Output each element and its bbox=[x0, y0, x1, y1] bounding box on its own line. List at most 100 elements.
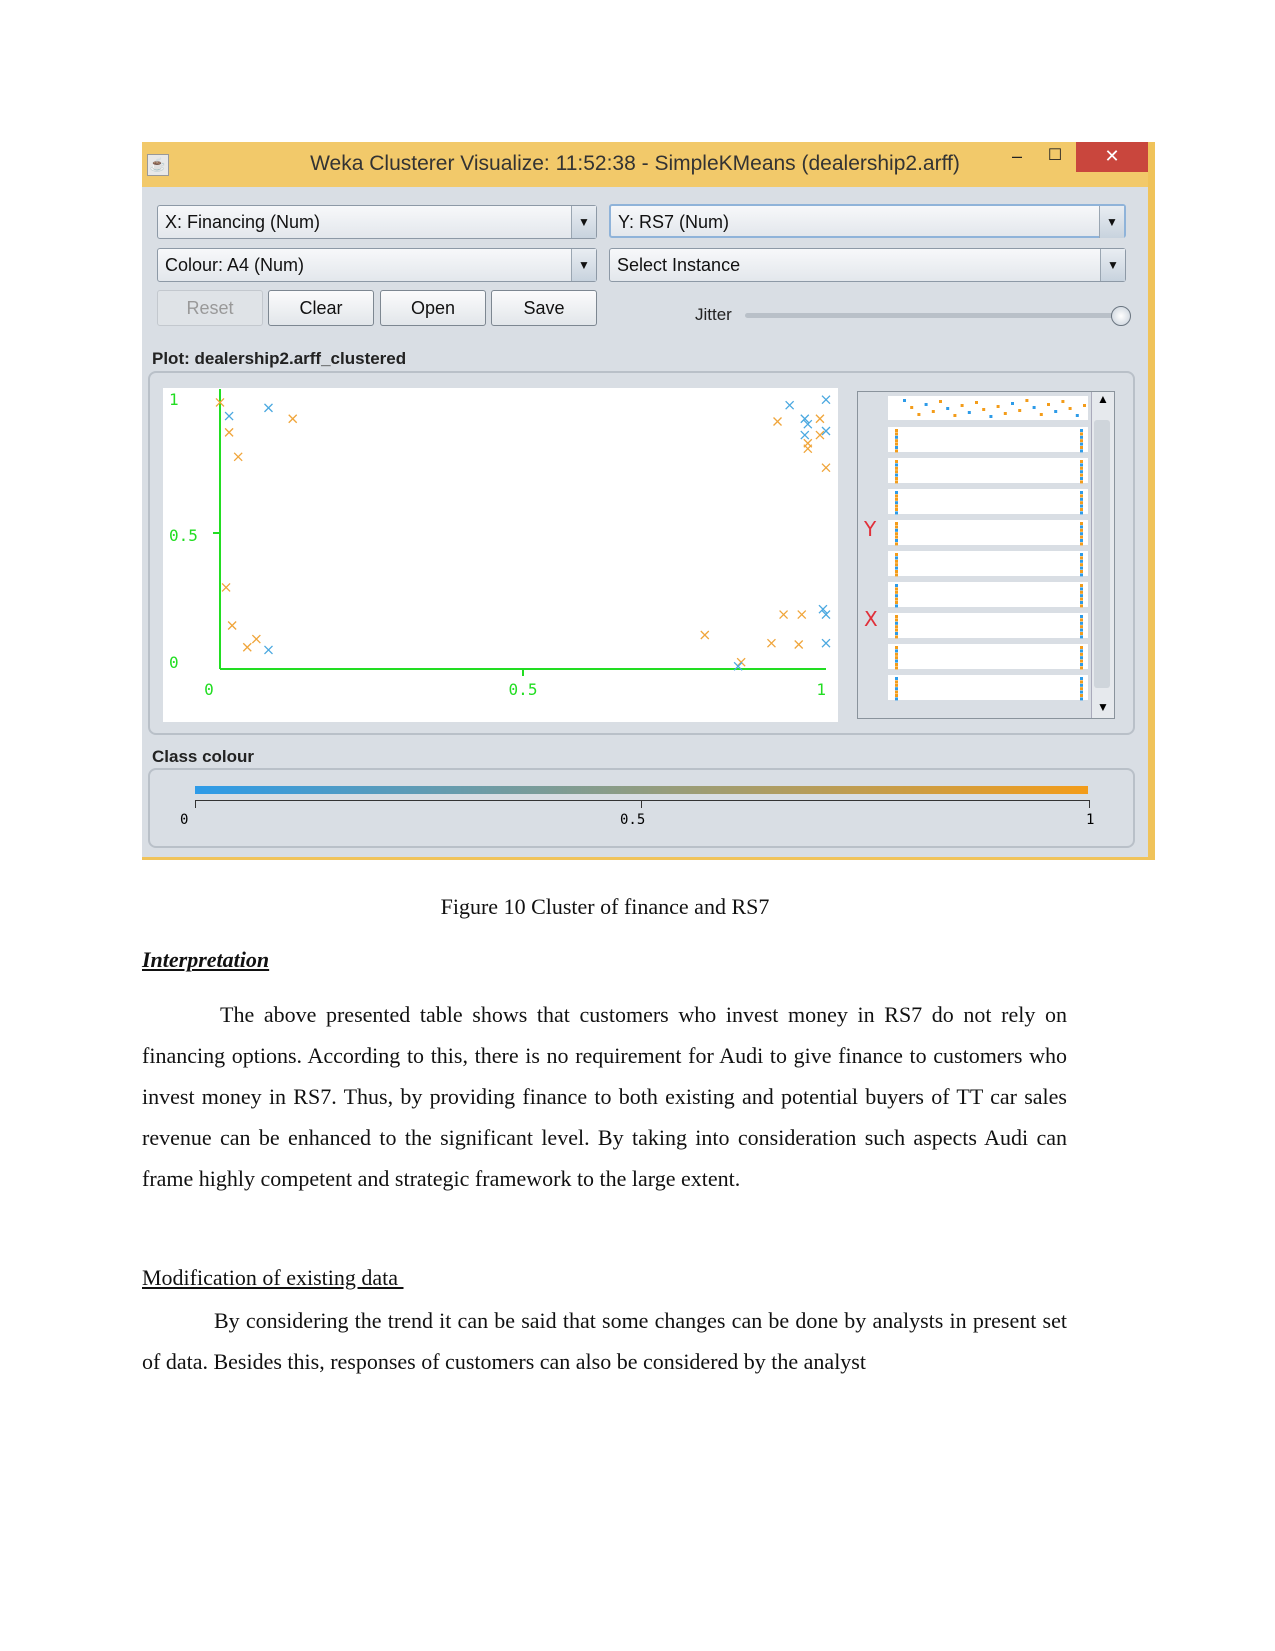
figure-caption: Figure 10 Cluster of finance and RS7 bbox=[440, 894, 770, 919]
strip-dot bbox=[895, 470, 898, 474]
strip-dot bbox=[1080, 683, 1083, 687]
x-axis-select[interactable]: X: Financing (Num) ▼ bbox=[157, 205, 597, 239]
strip-dot bbox=[1080, 687, 1083, 691]
strip-dot bbox=[895, 480, 898, 484]
open-button[interactable]: Open bbox=[380, 290, 486, 326]
close-button[interactable]: ✕ bbox=[1076, 142, 1148, 172]
attribute-strips[interactable] bbox=[858, 392, 1093, 718]
strip-dot bbox=[895, 632, 898, 635]
maximize-button[interactable]: ☐ bbox=[1040, 142, 1070, 172]
strip-dot bbox=[1080, 556, 1083, 560]
jitter-label: Jitter bbox=[695, 305, 732, 324]
data-point bbox=[233, 452, 243, 462]
strip-dot bbox=[895, 539, 898, 542]
attribute-strip[interactable] bbox=[888, 644, 1088, 669]
select-instance-select[interactable]: Select Instance ▼ bbox=[609, 248, 1126, 282]
class-colour-tick-0.5: 0.5 bbox=[620, 812, 646, 828]
x-axis-value: X: Financing (Num) bbox=[165, 212, 321, 232]
attribute-strip[interactable] bbox=[888, 675, 1088, 700]
strip-dot bbox=[1080, 535, 1083, 539]
chevron-down-icon[interactable]: ▼ bbox=[1100, 249, 1125, 281]
reset-button[interactable]: Reset bbox=[157, 290, 263, 326]
attribute-strip[interactable] bbox=[888, 613, 1088, 638]
strip-dot bbox=[939, 400, 942, 403]
data-point bbox=[821, 463, 831, 473]
y-tick-label: 0 bbox=[169, 653, 179, 672]
strip-dot bbox=[953, 414, 957, 417]
strip-dot bbox=[895, 590, 898, 594]
class-colour-label: Class colour bbox=[152, 747, 255, 766]
heading-modification: Modification of existing data bbox=[142, 1265, 404, 1290]
strip-dot bbox=[1080, 501, 1083, 505]
scroll-up-icon[interactable]: ▲ bbox=[1092, 392, 1114, 406]
strip-dot bbox=[967, 411, 971, 414]
strip-dot bbox=[1080, 480, 1083, 484]
y-tick-label: 1 bbox=[169, 390, 179, 409]
scatter-plot[interactable]: 0 0 0.5 0.5 1 1 bbox=[163, 388, 838, 722]
class-colour-panel bbox=[148, 768, 1135, 848]
attribute-strip[interactable] bbox=[888, 582, 1088, 607]
title-bar: ☕ Weka Clusterer Visualize: 11:52:38 - S… bbox=[142, 142, 1148, 187]
class-colour-axis bbox=[195, 800, 1090, 801]
scroll-thumb[interactable] bbox=[1094, 420, 1110, 688]
strip-dot bbox=[895, 477, 898, 480]
attribute-strip[interactable] bbox=[888, 489, 1088, 514]
data-point bbox=[815, 414, 825, 424]
strip-dot bbox=[1080, 511, 1083, 515]
strip-dot bbox=[1080, 597, 1083, 601]
strip-dot bbox=[1080, 432, 1083, 436]
y-axis-select[interactable]: Y: RS7 (Num) ▼ bbox=[609, 204, 1126, 238]
y-tick-label: 0.5 bbox=[169, 526, 198, 545]
x-tick-label: 1 bbox=[816, 680, 826, 699]
strip-dot bbox=[1080, 587, 1083, 591]
strip-dot bbox=[1080, 435, 1083, 439]
data-point bbox=[821, 395, 831, 405]
strip-dot bbox=[1080, 680, 1083, 684]
strip-dot bbox=[895, 628, 898, 632]
attribute-strip[interactable] bbox=[888, 520, 1088, 545]
chevron-down-icon[interactable]: ▼ bbox=[571, 249, 596, 281]
strip-dot bbox=[895, 680, 898, 684]
strip-dot bbox=[1054, 410, 1058, 413]
strip-dot bbox=[895, 566, 898, 570]
scrollbar[interactable]: ▲ ▼ bbox=[1091, 392, 1114, 718]
paragraph-modification: By considering the trend it can be said … bbox=[142, 1308, 1067, 1374]
chevron-down-icon[interactable]: ▼ bbox=[571, 206, 596, 238]
jitter-slider-handle[interactable] bbox=[1111, 306, 1131, 326]
data-point bbox=[736, 657, 746, 667]
chevron-down-icon[interactable]: ▼ bbox=[1099, 206, 1124, 238]
strip-dot bbox=[1080, 690, 1083, 694]
attribute-strip[interactable] bbox=[888, 427, 1088, 452]
strip-dot bbox=[895, 535, 898, 539]
strip-dot bbox=[895, 429, 898, 432]
strip-dot bbox=[895, 601, 898, 604]
strip-dot bbox=[1080, 563, 1083, 567]
strip-dot bbox=[895, 646, 898, 649]
strip-dot bbox=[895, 694, 898, 697]
strip-dot bbox=[1080, 694, 1083, 697]
strip-dot bbox=[1080, 466, 1083, 470]
jitter-slider[interactable] bbox=[745, 313, 1120, 318]
strip-dot bbox=[1080, 473, 1083, 477]
strip-dot bbox=[1080, 525, 1083, 529]
strip-dot bbox=[1080, 659, 1083, 663]
save-button[interactable]: Save bbox=[491, 290, 597, 326]
strip-dot bbox=[895, 494, 898, 498]
plot-label: Plot: dealership2.arff_clustered bbox=[152, 349, 407, 368]
strip-dot bbox=[895, 435, 898, 439]
attribute-strips-panel: Y X ▲ ▼ bbox=[857, 391, 1115, 719]
strip-dot bbox=[895, 570, 898, 573]
strip-dot bbox=[1080, 677, 1083, 680]
data-point bbox=[700, 630, 710, 640]
strip-dot bbox=[895, 697, 898, 701]
attribute-strip[interactable] bbox=[888, 551, 1088, 576]
scroll-down-icon[interactable]: ▼ bbox=[1092, 700, 1114, 714]
colour-select[interactable]: Colour: A4 (Num) ▼ bbox=[157, 248, 597, 282]
strip-dot bbox=[1080, 604, 1083, 608]
minimize-button[interactable]: – bbox=[1002, 142, 1032, 172]
attribute-strip[interactable] bbox=[888, 396, 1088, 420]
clear-button[interactable]: Clear bbox=[268, 290, 374, 326]
tick bbox=[195, 800, 196, 808]
strip-dot bbox=[1080, 442, 1083, 446]
attribute-strip[interactable] bbox=[888, 458, 1088, 483]
